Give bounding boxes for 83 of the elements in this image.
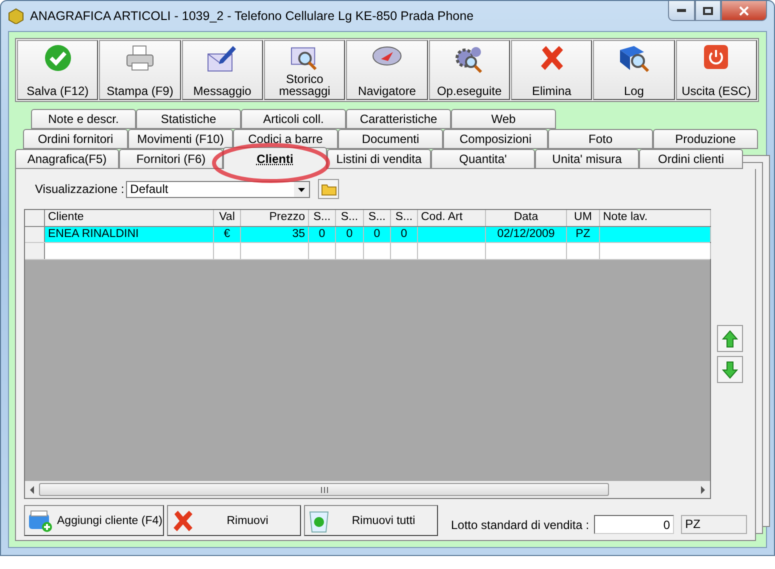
action-button[interactable]: Rimuovi tutti — [304, 505, 438, 536]
column-header[interactable]: Cliente — [45, 210, 214, 226]
move-down-button[interactable] — [717, 356, 743, 383]
view-label: Visualizzazione : — [35, 182, 124, 196]
close-icon — [739, 6, 749, 16]
power-icon — [703, 44, 730, 70]
lotto-field[interactable]: 0 — [594, 515, 674, 534]
column-header[interactable]: Cod. Art — [418, 210, 486, 226]
tab[interactable]: Ordini clienti — [639, 149, 743, 169]
tab[interactable]: Listini di vendita — [327, 149, 431, 169]
table-cell: € — [214, 226, 241, 242]
check-icon — [44, 44, 72, 72]
table-cell: 0 — [309, 226, 336, 242]
horizontal-scrollbar[interactable] — [25, 481, 710, 498]
column-header[interactable]: S... — [336, 210, 364, 226]
column-header[interactable]: Data — [486, 210, 567, 226]
row-header — [25, 243, 45, 258]
table-cell: PZ — [567, 226, 600, 242]
folder-icon — [320, 182, 337, 196]
tab[interactable]: Composizioni — [443, 129, 548, 149]
column-header[interactable]: S... — [309, 210, 336, 226]
action-button[interactable]: Rimuovi — [167, 505, 301, 536]
move-up-button[interactable] — [717, 325, 743, 352]
scroll-right-icon — [700, 486, 706, 494]
tab[interactable]: Fornitori (F6) — [119, 149, 223, 169]
toolbar-button[interactable]: Uscita (ESC) — [676, 40, 757, 100]
toolbar-button[interactable]: Messaggio — [182, 40, 263, 100]
tab[interactable]: Note e descr. — [31, 109, 136, 129]
arrow-down-icon — [722, 360, 738, 378]
table-cell: 0 — [391, 226, 418, 242]
tab[interactable]: Web — [451, 109, 556, 129]
arrow-up-icon — [722, 330, 738, 348]
toolbar-button[interactable]: Log — [593, 40, 675, 100]
tab[interactable]: Documenti — [338, 129, 443, 149]
tab[interactable]: Quantita' — [431, 149, 535, 169]
scroll-left-icon — [29, 486, 35, 494]
tab[interactable]: Ordini fornitori — [23, 129, 128, 149]
tab[interactable]: Anagrafica(F5) — [15, 149, 119, 169]
table-cell: 35 — [241, 226, 309, 242]
toolbar-button[interactable]: Navigatore — [346, 40, 428, 100]
printer-icon — [124, 44, 156, 72]
table-row[interactable]: ENEA RINALDINI € 35 0 0 0 0 02/12/2009 PZ — [25, 226, 710, 243]
folder-button[interactable] — [318, 179, 340, 199]
toolbar-button[interactable]: Stampa (F9) — [99, 40, 181, 100]
toolbar-button[interactable]: Elimina — [510, 40, 592, 100]
maximize-button[interactable] — [695, 1, 721, 21]
book-magnifier-icon — [618, 44, 650, 74]
column-header[interactable]: Prezzo — [241, 210, 309, 226]
minimize-icon — [677, 9, 686, 12]
minimize-button[interactable] — [668, 1, 695, 21]
scroll-thumb[interactable] — [39, 483, 609, 496]
toolbar-button[interactable]: Op.eseguite — [428, 40, 510, 100]
lotto-label: Lotto standard di vendita : — [451, 518, 590, 532]
toolbar-button[interactable]: Storico messaggi — [264, 40, 346, 100]
grip-icon — [320, 486, 328, 492]
tab[interactable]: Articoli coll. — [241, 109, 346, 129]
action-button[interactable]: Aggiungi cliente (F4) — [24, 505, 164, 536]
tab[interactable]: Foto — [548, 129, 653, 149]
unit-field: PZ — [681, 515, 748, 534]
table-cell: 02/12/2009 — [486, 226, 567, 242]
column-header[interactable]: Val — [214, 210, 241, 226]
basket-plus-icon — [28, 508, 54, 532]
column-header[interactable]: S... — [364, 210, 391, 226]
compass-icon — [370, 44, 403, 68]
table-cell: 0 — [364, 226, 391, 242]
tab[interactable]: Statistiche — [136, 109, 241, 129]
box-icon — [8, 8, 24, 24]
cross-icon — [171, 508, 195, 532]
toolbar-button[interactable]: Salva (F12) — [17, 40, 98, 100]
table-cell: 0 — [336, 226, 364, 242]
tab[interactable]: Movimenti (F10) — [128, 129, 233, 149]
restore-icon — [703, 6, 713, 14]
view-dropdown[interactable]: Default — [126, 180, 310, 198]
column-header[interactable]: Note lav. — [600, 210, 711, 226]
envelope-pen-icon — [206, 44, 238, 74]
close-button[interactable] — [721, 1, 767, 21]
tab[interactable]: Produzione — [653, 129, 758, 149]
tab[interactable]: Unita' misura — [535, 149, 639, 169]
tab[interactable]: Caratteristiche — [346, 109, 451, 129]
table-cell: ENEA RINALDINI — [45, 226, 214, 242]
column-header[interactable]: UM — [567, 210, 600, 226]
column-header[interactable]: S... — [391, 210, 418, 226]
window-title: ANAGRAFICA ARTICOLI - 1039_2 - Telefono Cellulare Lg KE-850 Prada Phone — [30, 9, 475, 23]
